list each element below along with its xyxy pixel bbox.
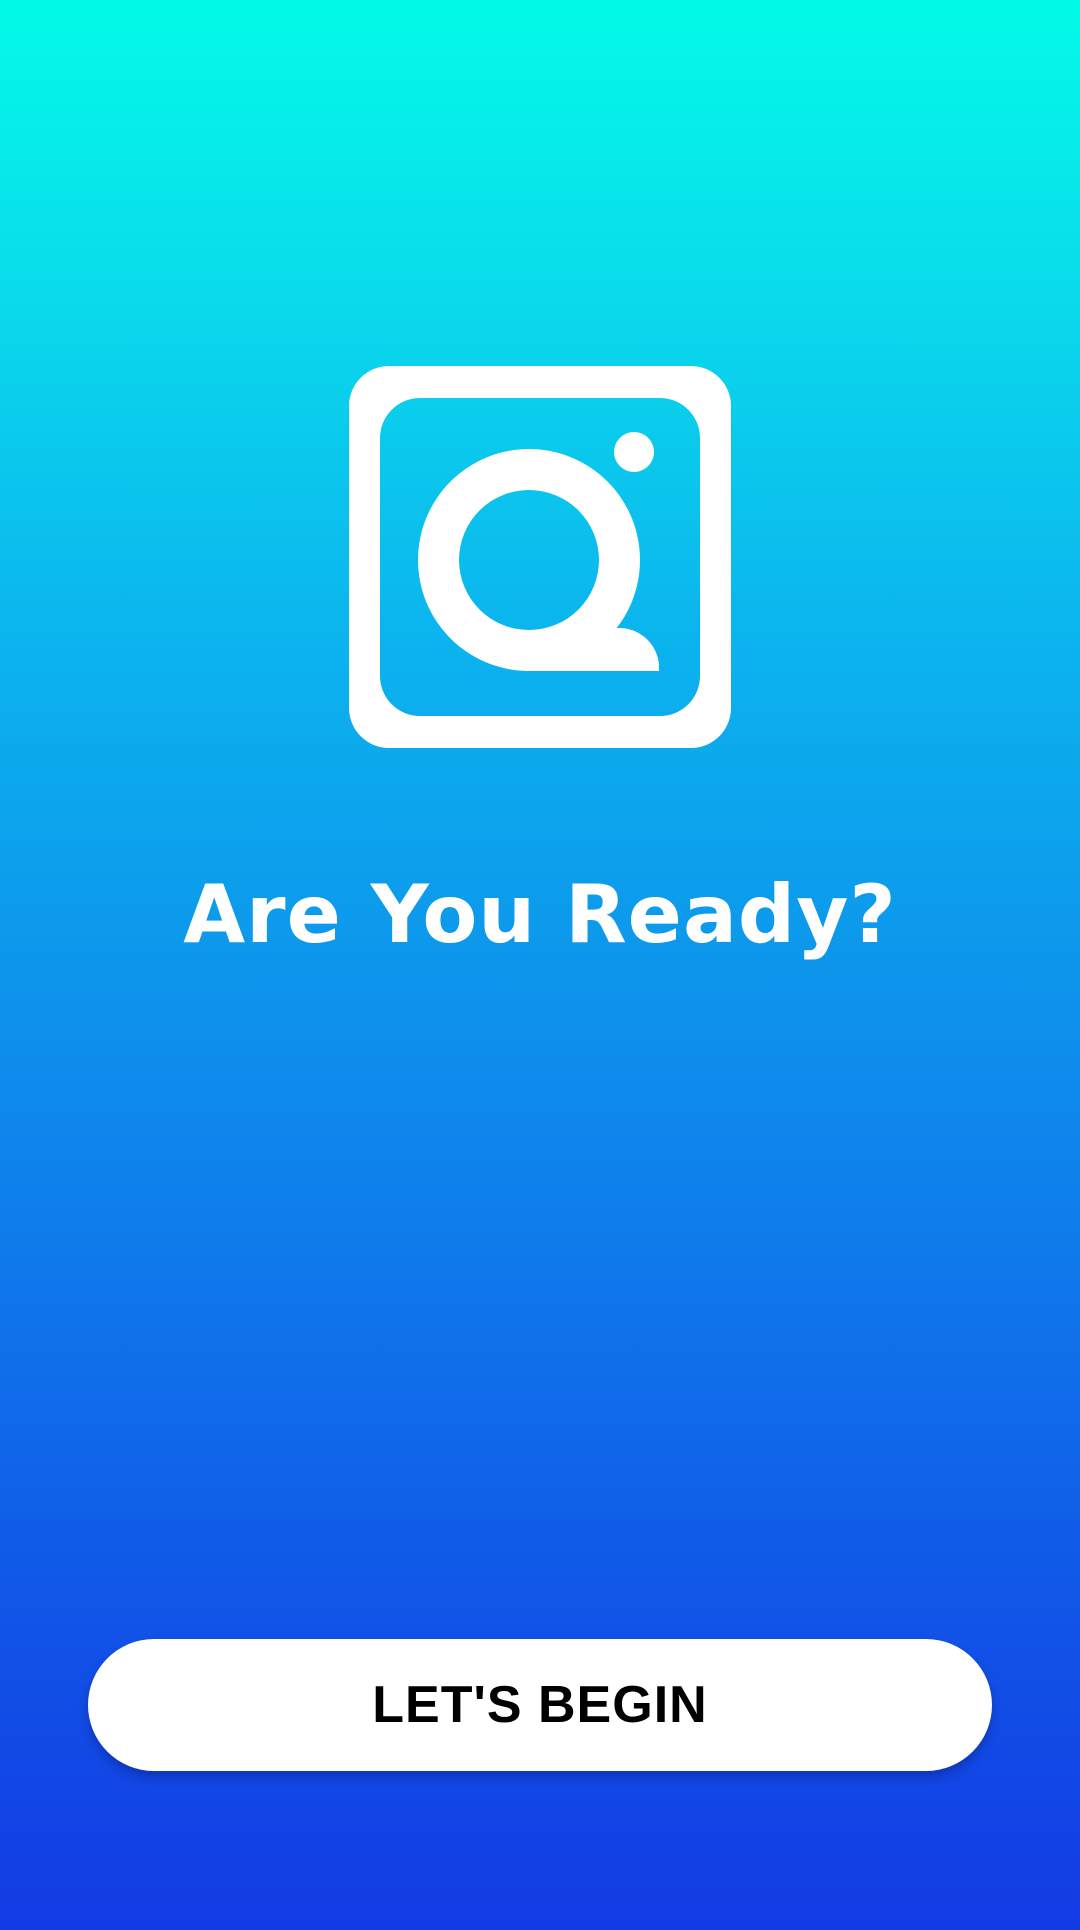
onboarding-screen: Are You Ready? LET'S BEGIN [0, 0, 1080, 1930]
lets-begin-label: LET'S BEGIN [372, 1676, 708, 1734]
lets-begin-button[interactable]: LET'S BEGIN [88, 1639, 992, 1771]
camera-q-logo-icon [349, 366, 731, 748]
page-title: Are You Ready? [183, 868, 897, 961]
